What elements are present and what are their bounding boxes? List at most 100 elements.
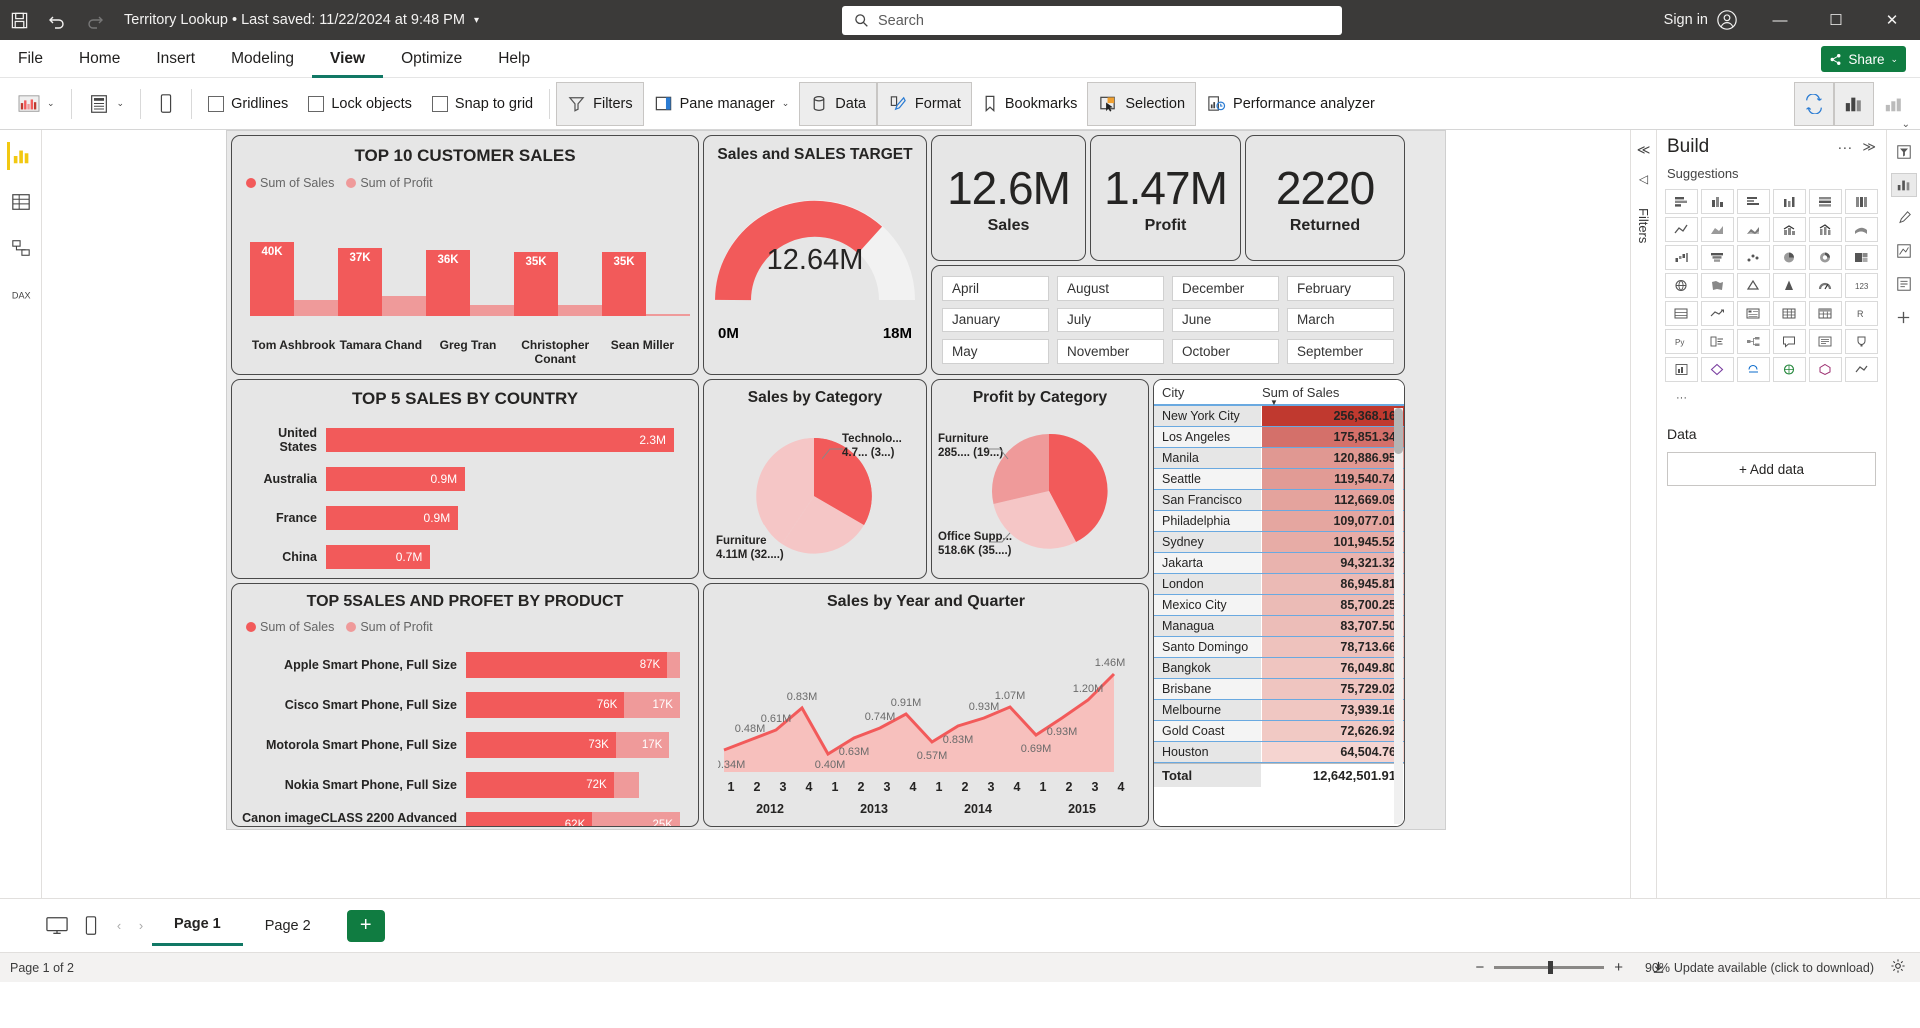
more-options-icon[interactable]: ··· xyxy=(1837,139,1852,156)
filters-vertical-label[interactable]: Filters xyxy=(1636,208,1651,243)
checkbox-box[interactable] xyxy=(208,95,225,112)
format-pane-icon[interactable] xyxy=(1891,206,1917,230)
viz-icon-map[interactable] xyxy=(1665,273,1698,298)
menu-item-optimize[interactable]: Optimize xyxy=(383,40,480,78)
share-button[interactable]: Share ⌄ xyxy=(1821,46,1906,72)
add-page-button[interactable]: + xyxy=(346,909,385,942)
prev-page-button[interactable]: ‹ xyxy=(108,918,130,933)
gear-icon[interactable] xyxy=(1890,958,1906,977)
menu-item-modeling[interactable]: Modeling xyxy=(213,40,312,78)
viz-icon-shape-map[interactable] xyxy=(1737,273,1770,298)
viz-sales-by-category[interactable]: Sales by Category Technolo... 4.7... (3.… xyxy=(703,379,927,579)
slicer-item-february[interactable]: February xyxy=(1287,276,1394,301)
viz-icon-filled-map[interactable] xyxy=(1701,273,1734,298)
viz-icon-key-influencers[interactable] xyxy=(1701,329,1734,354)
table-row[interactable]: Los Angeles 175,851.34 xyxy=(1154,427,1404,448)
analytics-pane-icon[interactable] xyxy=(1891,239,1917,263)
add-data-button[interactable]: + Add data xyxy=(1667,452,1876,486)
viz-month-slicer[interactable]: April August December February January J… xyxy=(931,265,1405,375)
checkbox-box[interactable] xyxy=(431,95,448,112)
ribbon-collapse-button[interactable]: ⌄ xyxy=(1902,119,1910,130)
table-row[interactable]: Manila 120,886.95 xyxy=(1154,448,1404,469)
viz-icon-line-clustered-column[interactable] xyxy=(1809,217,1842,242)
viz-icon-waterfall[interactable] xyxy=(1665,245,1698,270)
viz-icon-r-script[interactable]: R xyxy=(1845,301,1878,326)
undo-icon[interactable] xyxy=(38,0,76,40)
viz-icon-get-more-visuals[interactable] xyxy=(1845,357,1878,382)
filters-pane-icon[interactable] xyxy=(1891,140,1917,164)
table-row[interactable]: Bangkok 76,049.80 xyxy=(1154,658,1404,679)
viz-sales-gauge[interactable]: Sales and SALES TARGET 12.64M 0M 18M xyxy=(703,135,927,375)
table-row[interactable]: Seattle 119,540.74 xyxy=(1154,469,1404,490)
next-page-button[interactable]: › xyxy=(130,918,152,933)
snap-to-grid-checkbox[interactable]: Snap to grid xyxy=(422,82,543,126)
minimize-button[interactable]: ― xyxy=(1752,0,1808,40)
table-row[interactable]: San Francisco 112,669.09 xyxy=(1154,490,1404,511)
table-row[interactable]: New York City 256,368.16 xyxy=(1154,406,1404,427)
viz-icon-donut[interactable] xyxy=(1809,245,1842,270)
slicer-item-march[interactable]: March xyxy=(1287,307,1394,333)
dax-query-view-icon[interactable]: DAX xyxy=(7,280,35,308)
viz-icon-line[interactable] xyxy=(1665,217,1698,242)
report-view-icon[interactable] xyxy=(6,142,35,170)
viz-sales-year-quarter[interactable]: Sales by Year and Quarter 0.34M 0.48M 0.… xyxy=(703,583,1149,827)
viz-icon-metrics[interactable] xyxy=(1845,329,1878,354)
maximize-button[interactable]: ☐ xyxy=(1808,0,1864,40)
data-pane-button[interactable]: Data xyxy=(799,81,877,126)
viz-icon-qna[interactable] xyxy=(1773,329,1806,354)
add-field-icon[interactable] xyxy=(1891,305,1917,329)
viz-icon-matrix[interactable] xyxy=(1809,301,1842,326)
mobile-layout-button[interactable] xyxy=(147,82,185,126)
table-row[interactable]: Managua 83,707.50 xyxy=(1154,616,1404,637)
viz-icon-smart-narrative[interactable] xyxy=(1809,329,1842,354)
performance-analyzer-button[interactable]: Performance analyzer xyxy=(1196,82,1385,126)
table-row[interactable]: London 86,945.81 xyxy=(1154,574,1404,595)
slicer-item-november[interactable]: November xyxy=(1057,339,1164,364)
zoom-slider[interactable] xyxy=(1494,961,1605,974)
viz-icon-ribbon[interactable] xyxy=(1845,217,1878,242)
filter-pane-icon[interactable]: ◁ xyxy=(1639,172,1648,186)
viz-icon-stacked-column[interactable] xyxy=(1701,189,1734,214)
viz-profit-by-category[interactable]: Profit by Category Furniture 285.... (19… xyxy=(931,379,1149,579)
viz-icon-treemap[interactable] xyxy=(1845,245,1878,270)
column-header-city[interactable]: City xyxy=(1154,380,1262,404)
table-row[interactable]: Houston 64,504.76 xyxy=(1154,742,1404,763)
slicer-item-september[interactable]: September xyxy=(1287,339,1394,364)
viz-icon-stacked-bar[interactable] xyxy=(1665,189,1698,214)
page-tab-page2[interactable]: Page 2 xyxy=(243,906,333,946)
filters-button[interactable]: Filters xyxy=(556,81,644,126)
sort-desc-icon[interactable]: ▼ xyxy=(1270,398,1278,407)
viz-icon-funnel[interactable] xyxy=(1701,245,1734,270)
lock-objects-checkbox[interactable]: Lock objects xyxy=(298,82,422,126)
expand-pane-icon[interactable]: ≫ xyxy=(1862,139,1876,155)
viz-card-sales[interactable]: 12.6M Sales xyxy=(931,135,1086,261)
viz-icon-gauge[interactable] xyxy=(1809,273,1842,298)
viz-icon-pie[interactable] xyxy=(1773,245,1806,270)
zoom-in-button[interactable]: + xyxy=(1614,959,1623,976)
model-view-icon[interactable] xyxy=(7,234,35,262)
chevron-down-icon[interactable]: ⌄ xyxy=(1890,54,1898,65)
menu-item-home[interactable]: Home xyxy=(61,40,138,78)
table-row[interactable]: Brisbane 75,729.02 xyxy=(1154,679,1404,700)
page-tab-page1[interactable]: Page 1 xyxy=(152,906,243,946)
menu-item-insert[interactable]: Insert xyxy=(138,40,213,78)
viz-card-returned[interactable]: 2220 Returned xyxy=(1245,135,1405,261)
collapse-pane-icon[interactable]: ≪ xyxy=(1637,142,1651,158)
bookmarks-button[interactable]: Bookmarks xyxy=(972,82,1088,126)
slicer-item-may[interactable]: May xyxy=(942,339,1049,364)
viz-icon-card[interactable]: 123 xyxy=(1845,273,1878,298)
search-input[interactable]: Search xyxy=(842,6,1342,35)
viz-icon-kpi[interactable] xyxy=(1701,301,1734,326)
menu-item-view[interactable]: View xyxy=(312,40,384,78)
viz-icon-azure-map[interactable] xyxy=(1773,273,1806,298)
viz-icon-power-automate[interactable] xyxy=(1737,357,1770,382)
viz-icon-100-stacked-bar[interactable] xyxy=(1809,189,1842,214)
slicer-item-january[interactable]: January xyxy=(942,307,1049,333)
viz-icon-visio[interactable] xyxy=(1809,357,1842,382)
table-row[interactable]: Santo Domingo 78,713.66 xyxy=(1154,637,1404,658)
zoom-slider-thumb[interactable] xyxy=(1548,961,1554,974)
viz-icon-multi-row-card[interactable] xyxy=(1665,301,1698,326)
mobile-view-icon[interactable] xyxy=(74,909,108,943)
page-view-button[interactable]: ⌄ xyxy=(78,82,135,126)
table-row[interactable]: Sydney 101,945.52 xyxy=(1154,532,1404,553)
